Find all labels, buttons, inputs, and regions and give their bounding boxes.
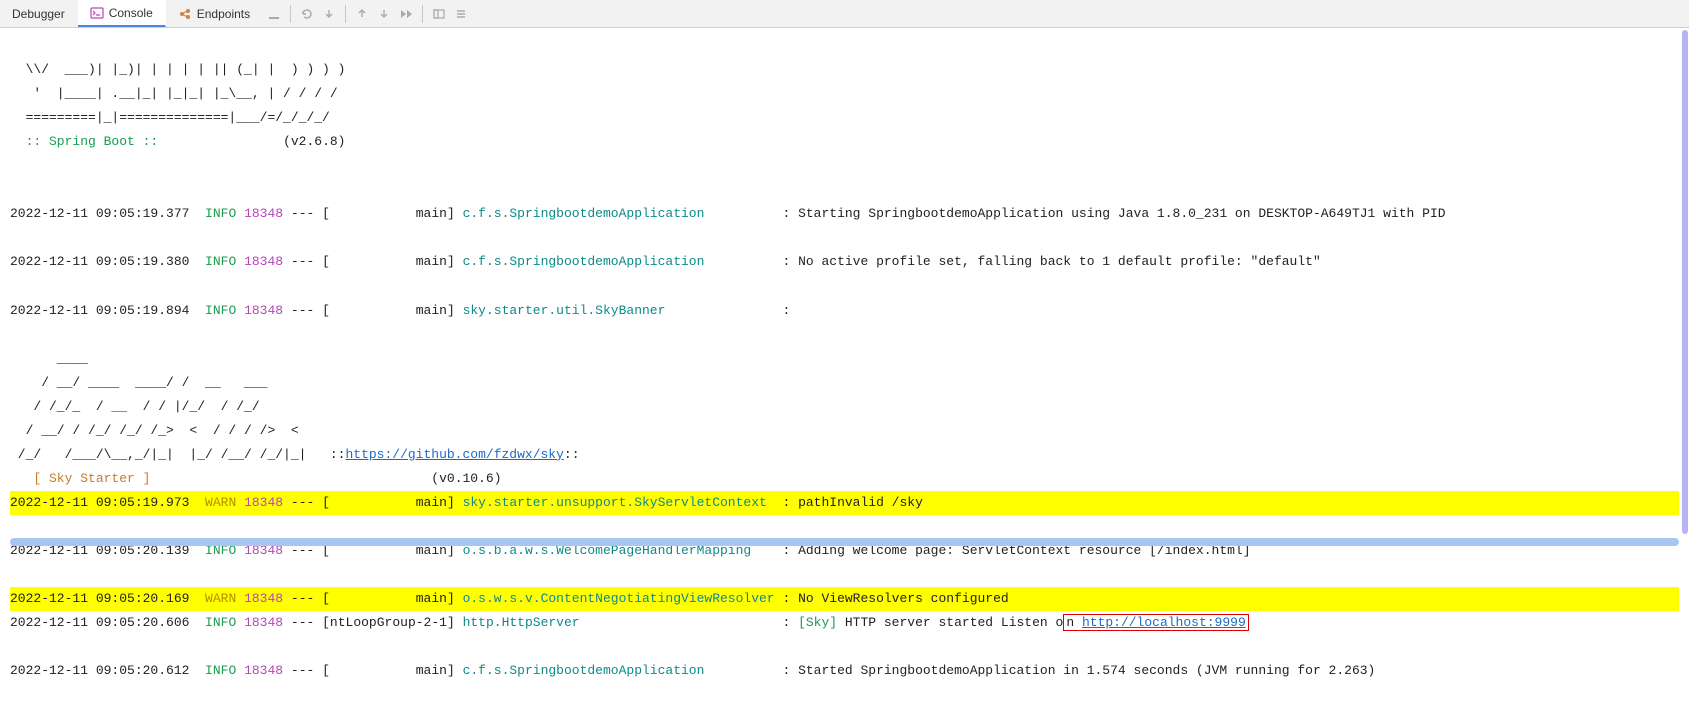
layout-icon[interactable] [428,3,450,25]
sky-banner-line: ____ [10,351,88,366]
log-message: pathInvalid /sky [798,495,923,510]
toolbar-separator-2 [345,5,346,23]
log-row: 2022-12-11 09:05:19.380 INFO 18348 --- [… [10,250,1679,274]
log-row: 2022-12-11 09:05:19.377 INFO 18348 --- [… [10,202,1679,226]
log-logger: c.f.s.SpringbootdemoApplication [463,663,775,678]
up-triangle-icon[interactable] [351,3,373,25]
sky-banner-line: /_/ /___/\__,_/|_| |_/ /__/ /_/|_| :: [10,447,345,462]
banner-line: =========|_|==============|___/=/_/_/_/ [10,110,330,125]
down-triangle-icon[interactable] [373,3,395,25]
log-level: INFO [205,303,236,318]
console-icon [90,6,104,20]
log-timestamp: 2022-12-11 09:05:20.169 [10,591,189,606]
log-logger: sky.starter.util.SkyBanner [463,303,775,318]
banner-line: \\/ ___)| |_)| | | | | || (_| | ) ) ) ) [10,62,345,77]
sky-version: (v0.10.6) [431,471,501,486]
highlighted-url-box: n http://localhost:9999 [1063,614,1248,631]
skip-icon[interactable] [395,3,417,25]
sky-banner-line: / __/ ____ ____/ / __ ___ [10,375,267,390]
log-thread: [ main] [322,591,455,606]
horizontal-scrollbar[interactable] [10,538,1679,546]
log-message: No active profile set, falling back to 1… [798,254,1321,269]
tab-console-label: Console [109,6,153,20]
log-pid: 18348 [244,591,283,606]
reload-icon[interactable] [296,3,318,25]
log-timestamp: 2022-12-11 09:05:19.377 [10,206,189,221]
log-level: INFO [205,206,236,221]
toolbar-separator [290,5,291,23]
log-row: 2022-12-11 09:05:19.894 INFO 18348 --- [… [10,299,1679,323]
log-timestamp: 2022-12-11 09:05:19.894 [10,303,189,318]
down-arrow-icon[interactable] [318,3,340,25]
server-url-link[interactable]: http://localhost:9999 [1082,615,1246,630]
spring-boot-label: :: Spring Boot :: [10,134,158,149]
sky-prefix: [Sky] [798,615,837,630]
log-timestamp: 2022-12-11 09:05:19.973 [10,495,189,510]
log-thread: [ main] [322,663,455,678]
log-row: 2022-12-11 09:05:20.606 INFO 18348 --- [… [10,611,1679,635]
log-row: 2022-12-11 09:05:20.169 WARN 18348 --- [… [10,587,1679,611]
log-level: WARN [205,495,236,510]
vertical-scrollbar[interactable] [1682,30,1688,534]
log-thread: [ main] [322,254,455,269]
banner-line: ' |____| .__|_| |_|_| |_\__, | / / / / [10,86,338,101]
log-thread: [ main] [322,495,455,510]
log-logger: o.s.w.s.v.ContentNegotiatingViewResolver [463,591,775,606]
console-output: \\/ ___)| |_)| | | | | || (_| | ) ) ) ) … [0,28,1689,713]
sky-banner-line: / __/ / /_/ /_/ /_> < / / / /> < [10,423,299,438]
log-message: Starting SpringbootdemoApplication using… [798,206,1446,221]
log-timestamp: 2022-12-11 09:05:20.606 [10,615,189,630]
log-message: No ViewResolvers configured [798,591,1009,606]
log-pid: 18348 [244,303,283,318]
log-pid: 18348 [244,615,283,630]
log-logger: c.f.s.SpringbootdemoApplication [463,254,775,269]
toolbar-separator-3 [422,5,423,23]
log-pid: 18348 [244,495,283,510]
minimize-icon[interactable] [263,3,285,25]
log-thread: [ main] [322,303,455,318]
log-timestamp: 2022-12-11 09:05:19.380 [10,254,189,269]
log-timestamp: 2022-12-11 09:05:20.612 [10,663,189,678]
log-row: 2022-12-11 09:05:19.973 WARN 18348 --- [… [10,491,1679,515]
log-thread: [ntLoopGroup-2-1] [322,615,455,630]
toolbar: Debugger Console Endpoints [0,0,1689,28]
sky-github-link[interactable]: https://github.com/fzdwx/sky [345,447,563,462]
list-icon[interactable] [450,3,472,25]
log-pid: 18348 [244,663,283,678]
log-row: 2022-12-11 09:05:20.612 INFO 18348 --- [… [10,659,1679,683]
spring-version: (v2.6.8) [283,134,345,149]
tab-debugger-label: Debugger [12,7,65,21]
log-level: WARN [205,591,236,606]
log-level: INFO [205,254,236,269]
log-logger: sky.starter.unsupport.SkyServletContext [463,495,775,510]
log-level: INFO [205,615,236,630]
log-thread: [ main] [322,206,455,221]
sky-starter-label: [ Sky Starter ] [10,471,150,486]
sky-banner-line: / /_/_ / __ / / |/_/ / /_/ [10,399,260,414]
tab-endpoints[interactable]: Endpoints [166,0,263,27]
log-pid: 18348 [244,254,283,269]
log-pid: 18348 [244,206,283,221]
tab-debugger[interactable]: Debugger [0,0,78,27]
tab-console[interactable]: Console [78,0,166,27]
log-logger: http.HttpServer [463,615,775,630]
tab-endpoints-label: Endpoints [197,7,250,21]
log-logger: c.f.s.SpringbootdemoApplication [463,206,775,221]
endpoints-icon [178,7,192,21]
log-level: INFO [205,663,236,678]
log-message: Started SpringbootdemoApplication in 1.5… [798,663,1375,678]
